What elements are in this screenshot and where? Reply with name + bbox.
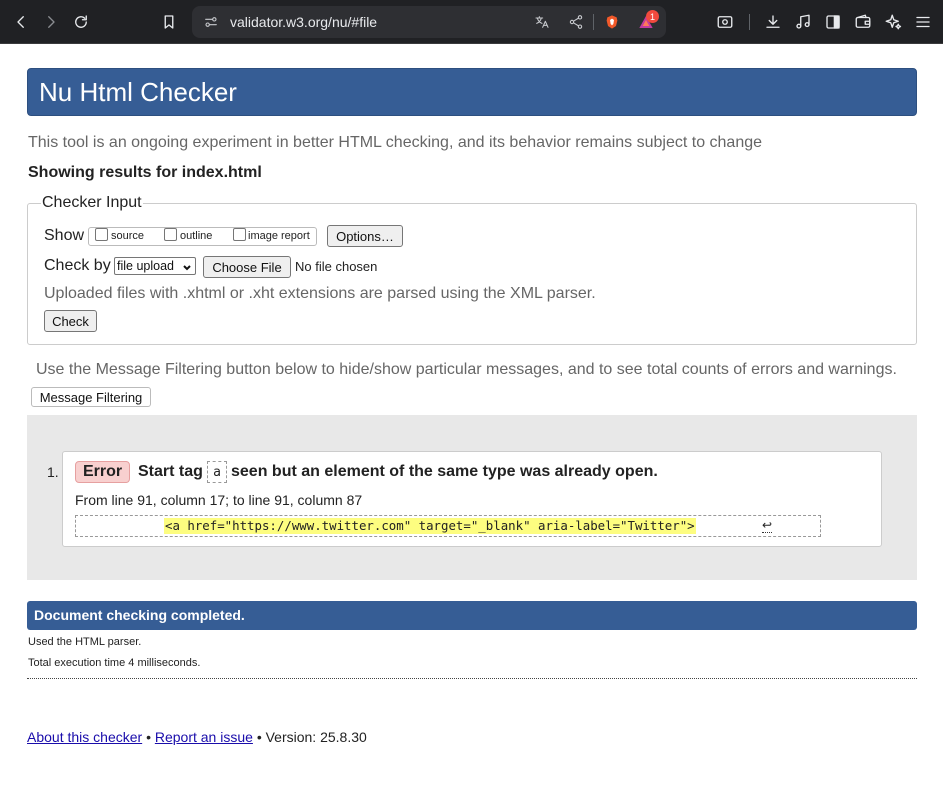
page-title: Nu Html Checker — [39, 77, 237, 107]
error-location: From line 91, column 17; to line 91, col… — [75, 492, 363, 508]
parser-note: Used the HTML parser. — [28, 636, 142, 648]
media-icon[interactable] — [791, 10, 815, 34]
divider — [593, 14, 594, 30]
report-issue-link[interactable]: Report an issue — [155, 729, 253, 745]
filter-note: Use the Message Filtering button below t… — [36, 361, 897, 378]
options-button[interactable]: Options… — [327, 225, 403, 247]
download-icon[interactable] — [761, 10, 785, 34]
screenshot-icon[interactable] — [713, 10, 737, 34]
message-number: 1. — [47, 464, 59, 480]
footer-separator: • — [146, 729, 151, 745]
reload-icon[interactable] — [69, 10, 93, 34]
share-icon[interactable] — [566, 12, 586, 32]
about-link[interactable]: About this checker — [27, 729, 142, 745]
wallet-icon[interactable] — [851, 10, 875, 34]
choose-file-button[interactable]: Choose File — [203, 256, 291, 278]
divider — [27, 678, 917, 679]
back-icon[interactable] — [9, 10, 33, 34]
divider — [749, 14, 750, 30]
highlighted-code: <a href="https://www.twitter.com" target… — [164, 518, 696, 534]
outline-checkbox[interactable] — [164, 228, 177, 241]
footer: About this checker • Report an issue • V… — [27, 729, 367, 745]
notification-badge: 1 — [646, 10, 659, 23]
brave-shields-icon[interactable] — [602, 12, 622, 32]
source-label[interactable]: source — [111, 230, 144, 242]
completion-text: Document checking completed. — [34, 607, 245, 623]
intro-text: This tool is an ongoing experiment in be… — [28, 134, 763, 151]
translate-icon[interactable] — [532, 12, 552, 32]
outline-label[interactable]: outline — [180, 230, 212, 242]
file-status: No file chosen — [295, 259, 378, 274]
site-info-icon[interactable] — [201, 12, 221, 32]
error-text-end: seen but an element of the same type was… — [231, 463, 658, 480]
version-text: • Version: 25.8.30 — [256, 729, 367, 745]
error-code-tag: a — [207, 461, 227, 483]
check-by-select[interactable]: file upload — [114, 257, 196, 275]
image-report-label[interactable]: image report — [248, 230, 310, 242]
error-badge: Error — [75, 461, 131, 483]
show-label: Show — [44, 227, 85, 244]
checker-input-legend: Checker Input — [41, 194, 143, 212]
line-feed-marker: ↩ — [762, 518, 773, 533]
forward-icon[interactable] — [39, 10, 63, 34]
execution-time: Total execution time 4 milliseconds. — [28, 657, 201, 669]
chevron-down-icon — [182, 261, 192, 271]
image-report-checkbox[interactable] — [233, 228, 246, 241]
url-text[interactable]: validator.w3.org/nu/#file — [230, 14, 377, 30]
sidebar-icon[interactable] — [821, 10, 845, 34]
check-by-value: file upload — [117, 259, 174, 273]
completion-banner: Document checking completed. — [27, 601, 917, 630]
xml-parser-note: Uploaded files with .xhtml or .xht exten… — [44, 285, 596, 302]
page-header: Nu Html Checker — [27, 68, 917, 116]
check-button[interactable]: Check — [44, 310, 97, 332]
menu-icon[interactable] — [911, 10, 935, 34]
message-filtering-button[interactable]: Message Filtering — [31, 387, 151, 407]
address-bar[interactable]: validator.w3.org/nu/#file 1 — [192, 6, 666, 38]
browser-toolbar: validator.w3.org/nu/#file 1 — [0, 0, 943, 44]
leo-ai-icon[interactable] — [881, 10, 905, 34]
error-text-start: Start tag — [138, 463, 203, 480]
source-checkbox[interactable] — [95, 228, 108, 241]
check-by-label: Check by — [44, 257, 111, 274]
bookmark-icon[interactable] — [157, 10, 181, 34]
results-for-heading: Showing results for index.html — [28, 164, 262, 181]
